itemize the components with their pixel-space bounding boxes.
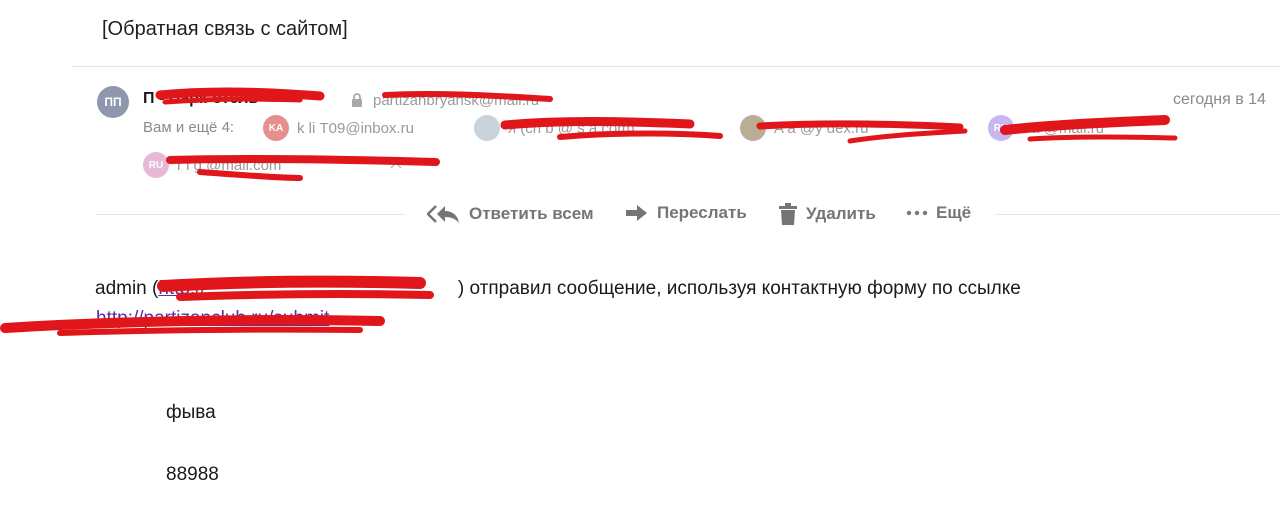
recipient-address: r a @mail.ru [1022, 119, 1104, 137]
more-dots-icon [906, 210, 928, 216]
recipient-address: я (ch b @ s a.com) [508, 119, 635, 137]
trash-icon [779, 203, 797, 225]
redaction-marks [0, 87, 1178, 336]
actions-divider-left [95, 214, 405, 215]
recipient-address: k li Т09@inbox.ru [297, 119, 414, 137]
actions-divider-right [995, 214, 1280, 215]
more-button[interactable]: Ещё [906, 203, 971, 223]
message-body-intro: admin (http:// ) отправил сообщение, испо… [95, 278, 1021, 300]
recipient-chip[interactable]: RU r l g @mail.com [143, 152, 281, 178]
sender-avatar[interactable]: ПП [97, 86, 129, 118]
recipient-chip[interactable]: KA k li Т09@inbox.ru [263, 115, 414, 141]
sender-site-link[interactable]: http:// [158, 278, 206, 299]
forward-button[interactable]: Переслать [625, 203, 747, 223]
reply-all-label: Ответить всем [469, 204, 594, 223]
delete-button[interactable]: Удалить [778, 203, 876, 225]
lock-icon [352, 93, 362, 107]
recipient-address: A a @y dex.ru [774, 119, 869, 137]
forward-label: Переслать [657, 203, 747, 222]
form-field-value: 88988 [166, 464, 219, 485]
recipient-avatar: KA [263, 115, 289, 141]
delete-label: Удалить [806, 204, 876, 223]
reply-all-icon [427, 205, 459, 223]
sender-name[interactable]: П - Парк-отель [143, 90, 258, 108]
form-field-value: фыва [166, 402, 216, 423]
recipients-label: Вам и ещё 4: [143, 119, 235, 136]
recipient-chip[interactable]: A a @y dex.ru [740, 115, 868, 141]
recipient-avatar: RU [988, 115, 1014, 141]
forward-arrow-icon [626, 205, 647, 221]
header-divider [72, 66, 1280, 67]
sender-email[interactable]: partizanbryansk@mail.ru [373, 92, 539, 109]
body-suffix: ) отправил сообщение, используя контактн… [457, 278, 1021, 299]
redaction-stroke [57, 326, 363, 336]
body-prefix: admin ( [95, 278, 159, 299]
recipient-chip[interactable]: RU r a @mail.ru [988, 115, 1104, 141]
recipient-address: r l g @mail.com [177, 156, 282, 174]
recipient-avatar [474, 115, 500, 141]
reply-all-button[interactable]: Ответить всем [427, 203, 594, 225]
message-subject: [Обратная связь с сайтом] [102, 18, 348, 40]
form-url-link[interactable]: http://partizanclub.ru/submit [96, 308, 329, 330]
recipient-avatar: RU [143, 152, 169, 178]
recipient-chip[interactable]: я (ch b @ s a.com) [474, 115, 635, 141]
chevron-up-icon[interactable] [389, 158, 403, 172]
recipient-avatar [740, 115, 766, 141]
more-label: Ещё [936, 203, 972, 222]
message-date: сегодня в 14 [1173, 91, 1266, 108]
